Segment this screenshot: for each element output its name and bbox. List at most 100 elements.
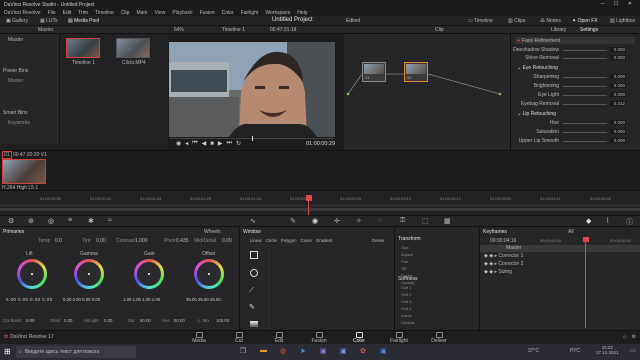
- page-tab-media[interactable]: Media: [188, 332, 210, 344]
- media-pool-button[interactable]: ▤ Media Pool: [68, 18, 99, 24]
- linear-window-button[interactable]: Linear: [248, 238, 264, 243]
- menu-item[interactable]: Color: [222, 10, 234, 16]
- tab-library[interactable]: Library: [551, 27, 566, 33]
- delete-window-button[interactable]: Delete: [372, 238, 384, 243]
- window-controls[interactable]: ─ ☐ ✕: [601, 1, 636, 7]
- gain-values[interactable]: 1.00 1.00 1.00 1.00: [123, 297, 160, 302]
- lip-retouching-section[interactable]: ⌄ Lip Retouching: [517, 111, 556, 117]
- gradient-window-icon[interactable]: [250, 321, 258, 327]
- lmix-value[interactable]: 100.00: [216, 318, 229, 323]
- setting-slider[interactable]: [563, 86, 607, 87]
- window-tool-icon[interactable]: ◉: [312, 217, 318, 225]
- wheels-mode-dropdown[interactable]: Wheels: [204, 229, 221, 235]
- transform-row[interactable]: Tilt: [401, 266, 406, 271]
- node-mode-dropdown[interactable]: Clip: [435, 27, 444, 33]
- language-indicator[interactable]: РУС: [570, 348, 580, 354]
- softness-row[interactable]: Soft 2: [401, 292, 411, 297]
- menu-item[interactable]: Fairlight: [241, 10, 259, 16]
- motion-effects-icon[interactable]: ≈: [108, 217, 112, 224]
- keyframe-track[interactable]: ◆ ◆ ▸ Corrector 2: [484, 261, 523, 267]
- zoom-dropdown[interactable]: 64%: [174, 27, 184, 33]
- curves-icon[interactable]: ∿: [250, 217, 256, 225]
- mini-timeline[interactable]: V1 01:00:00:00 01:00:00:31 01:00:01:04 0…: [0, 190, 640, 215]
- offset-wheel[interactable]: [194, 259, 224, 289]
- clips-button[interactable]: ▥ Clips: [508, 18, 525, 24]
- hue-value[interactable]: 50.00: [174, 318, 185, 323]
- settings-gear-icon[interactable]: ⚙: [632, 334, 636, 340]
- clip-strip-thumbnail[interactable]: [2, 159, 46, 184]
- setting-value[interactable]: 0.000: [610, 129, 626, 134]
- task-view-icon[interactable]: ❐: [240, 347, 246, 355]
- setting-value[interactable]: 0.000: [610, 74, 626, 79]
- key-icon[interactable]: ⚿: [400, 217, 405, 225]
- setting-value[interactable]: 0.000: [610, 138, 626, 143]
- menu-item[interactable]: Trim: [78, 10, 88, 16]
- viewer-mode-icon[interactable]: ◉: [176, 140, 185, 147]
- color-match-icon[interactable]: ⊕: [28, 217, 34, 225]
- menu-item[interactable]: View: [155, 10, 166, 16]
- transform-row[interactable]: Pan: [401, 259, 408, 264]
- file-explorer-icon[interactable]: ▬: [260, 347, 267, 354]
- gain-wheel[interactable]: [134, 259, 164, 289]
- page-tab-edit[interactable]: Edit: [268, 332, 290, 344]
- softness-row[interactable]: Soft 1: [401, 285, 411, 290]
- smart-bin-keywords[interactable]: Keywords: [8, 120, 30, 126]
- effect-header[interactable]: ● Face Refinement: [515, 37, 635, 44]
- setting-value[interactable]: 0.000: [610, 120, 626, 125]
- curve-window-button[interactable]: Curve: [298, 238, 313, 243]
- page-tab-deliver[interactable]: Deliver: [428, 332, 450, 344]
- lightbox-button[interactable]: ▧ Lightbox: [610, 18, 635, 24]
- lift-values[interactable]: 0.00 0.00 0.00 0.00: [6, 297, 53, 302]
- windows-start-icon[interactable]: ⊞: [4, 347, 11, 356]
- setting-slider[interactable]: [563, 58, 607, 59]
- after-effects-icon[interactable]: ▣: [340, 347, 347, 355]
- circle-window-icon[interactable]: [250, 269, 258, 277]
- gamma-values[interactable]: 0.00 0.00 0.00 0.00: [63, 297, 100, 302]
- setting-value[interactable]: 0.000: [610, 83, 626, 88]
- gamma-wheel[interactable]: [74, 259, 104, 289]
- setting-slider[interactable]: [563, 123, 607, 124]
- color-wheels-icon[interactable]: ◎: [48, 217, 54, 225]
- effect-enable-icon[interactable]: ●: [517, 38, 520, 44]
- menu-item[interactable]: Playback: [172, 10, 192, 16]
- middetail-value[interactable]: 0.00: [222, 238, 232, 244]
- keyframe-track-master[interactable]: Master: [480, 245, 640, 252]
- pivot-value[interactable]: 0.435: [176, 238, 189, 244]
- open-fx-button[interactable]: ✦ Open FX: [572, 18, 598, 24]
- polygon-window-icon[interactable]: ⟋: [249, 287, 254, 295]
- photoshop-icon[interactable]: ▣: [380, 347, 387, 355]
- page-tab-cut[interactable]: Cut: [228, 332, 250, 344]
- notifications-icon[interactable]: ▭: [630, 347, 636, 354]
- square-window-icon[interactable]: [250, 251, 258, 259]
- telegram-icon[interactable]: ➤: [300, 347, 306, 355]
- magic-mask-icon[interactable]: ✧: [356, 217, 362, 225]
- setting-value[interactable]: 0.000: [610, 47, 626, 52]
- page-tab-color[interactable]: Color: [348, 332, 370, 344]
- info-icon[interactable]: ⓘ: [626, 217, 633, 227]
- keyframe-playhead-marker[interactable]: [583, 237, 589, 242]
- setting-value[interactable]: 0.312: [610, 101, 626, 106]
- setting-slider[interactable]: [563, 104, 607, 105]
- resolve-taskbar-icon[interactable]: ✿: [360, 347, 366, 355]
- rgb-mixer-icon[interactable]: ≡: [68, 217, 72, 224]
- colboost-value[interactable]: 0.00: [26, 318, 34, 323]
- tracker-icon[interactable]: ✛: [334, 217, 340, 225]
- timeline-track[interactable]: [0, 208, 640, 211]
- premiere-icon[interactable]: ▣: [320, 347, 327, 355]
- node-01[interactable]: 01: [362, 62, 386, 82]
- setting-slider[interactable]: [563, 50, 607, 51]
- circle-window-button[interactable]: Circle: [264, 238, 279, 243]
- setting-slider[interactable]: [563, 95, 607, 96]
- bin-item-master[interactable]: Master: [8, 37, 23, 43]
- menu-item[interactable]: DaVinci Resolve: [4, 10, 41, 16]
- scrub-playhead[interactable]: [252, 136, 253, 141]
- power-bin-master[interactable]: Master: [8, 78, 23, 84]
- sizing-icon[interactable]: ⬚: [422, 217, 429, 225]
- setting-slider[interactable]: [563, 77, 607, 78]
- setting-slider[interactable]: [563, 141, 607, 142]
- sat-value[interactable]: 50.00: [140, 318, 151, 323]
- loop-icon[interactable]: ↻: [236, 140, 245, 147]
- keyframe-track[interactable]: ◆ ◆ ▸ Corrector 1: [484, 253, 523, 259]
- keyframe-track[interactable]: ◆ ◆ ▸ Sizing: [484, 269, 512, 275]
- nodes-button[interactable]: ⁂ Nodes: [540, 18, 561, 24]
